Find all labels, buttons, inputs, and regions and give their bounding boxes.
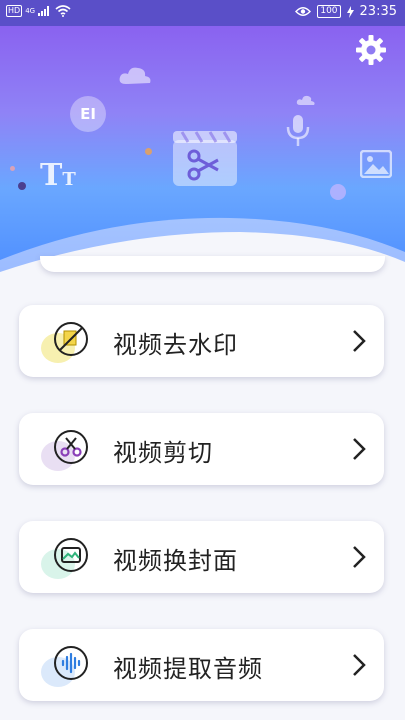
audio-wave-icon [54,646,88,680]
menu-item-change-cover[interactable]: 视频换封面 [19,521,384,593]
charging-icon [346,5,354,18]
text-size-big: T [40,158,63,193]
signal-icon [38,6,50,16]
cover-icon-wrap [41,537,88,581]
picture-icon [360,150,392,178]
status-right: 100 23:35 [295,4,397,19]
audio-icon-wrap [41,645,88,689]
chevron-right-icon [353,438,366,460]
chevron-right-icon [353,654,366,676]
decor-dot [145,148,152,155]
text-size-icon: TT [40,158,76,193]
menu-item-video-cut[interactable]: 视频剪切 [19,413,384,485]
status-bar: HD 4G 100 23:35 [0,0,405,26]
network-type: 4G [25,7,36,15]
status-left: HD 4G [6,5,71,17]
header-banner: EI TT [0,26,405,276]
chevron-right-icon [353,330,366,352]
scissors-icon [54,430,88,464]
image-frame-icon [54,538,88,572]
settings-gear-icon[interactable] [353,32,389,68]
menu-item-label: 视频剪切 [113,439,213,467]
text-badge-label: EI [80,105,96,123]
partial-card [40,256,385,272]
menu-item-remove-watermark[interactable]: 视频去水印 [19,305,384,377]
video-clapper-icon [173,131,237,186]
chevron-right-icon [353,546,366,568]
watermark-icon-wrap [41,321,88,365]
battery-indicator: 100 [317,5,341,18]
menu-item-label: 视频换封面 [113,547,238,575]
menu-item-label: 视频提取音频 [113,655,263,683]
decor-dot [10,166,15,171]
wifi-icon [55,5,71,17]
menu-item-extract-audio[interactable]: 视频提取音频 [19,629,384,701]
eye-icon [295,7,312,16]
text-badge-icon: EI [70,96,106,132]
microphone-icon [286,115,310,146]
menu-item-label: 视频去水印 [113,331,238,359]
scissors-icon-wrap [41,429,88,473]
no-watermark-icon [54,322,88,356]
cloud-icon [119,67,151,84]
cloud-icon [296,95,315,105]
text-size-small: T [62,169,76,190]
clock: 23:35 [359,4,397,19]
hd-badge: HD [6,5,23,17]
decor-dot [18,182,26,190]
